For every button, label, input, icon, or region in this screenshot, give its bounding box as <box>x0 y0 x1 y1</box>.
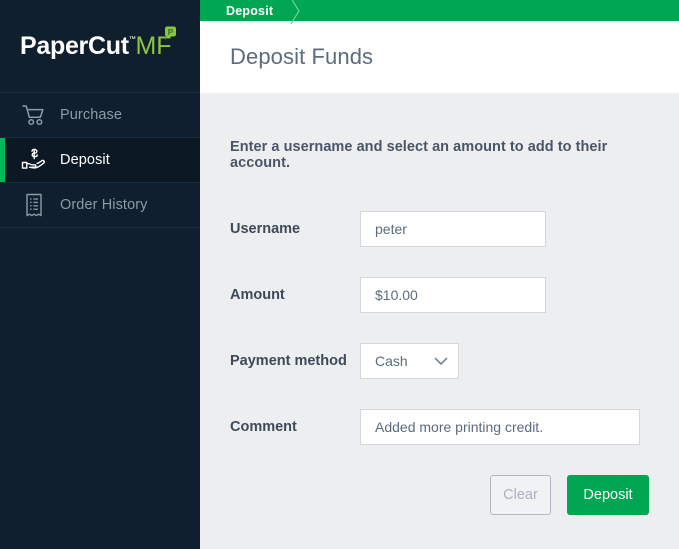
comment-input[interactable] <box>360 409 640 445</box>
amount-input[interactable] <box>360 277 546 313</box>
amount-label: Amount <box>230 287 285 303</box>
sidebar-item-label: Order History <box>60 197 148 213</box>
deposit-funds-page: PaperCut™MF Purchase Deposit Order Histo… <box>0 0 679 549</box>
intro-text: Enter a username and select an amount to… <box>230 139 608 171</box>
chevron-down-icon <box>434 357 448 366</box>
comment-label: Comment <box>230 419 297 435</box>
sidebar: PaperCut™MF Purchase Deposit Order Histo… <box>0 0 200 549</box>
username-label: Username <box>230 221 301 237</box>
breadcrumb-item-deposit[interactable]: Deposit <box>226 4 273 18</box>
page-header: Deposit Funds <box>200 21 679 93</box>
hand-with-dollar-icon <box>20 147 48 173</box>
field-row-payment-method: Payment method Cash <box>230 343 649 379</box>
papercut-leaf-icon <box>163 21 178 40</box>
payment-method-select[interactable]: Cash <box>360 343 459 379</box>
payment-method-value: Cash <box>375 353 408 369</box>
chevron-right-icon <box>287 0 301 24</box>
receipt-icon <box>20 192 48 218</box>
sidebar-divider <box>0 227 200 228</box>
logo-primary-text: PaperCut <box>20 31 129 60</box>
main-content: Deposit Deposit Funds Enter a username a… <box>200 0 679 549</box>
deposit-button[interactable]: Deposit <box>567 475 649 515</box>
username-input[interactable] <box>360 211 546 247</box>
sidebar-item-label: Deposit <box>60 152 110 168</box>
app-logo: PaperCut™MF <box>0 0 200 92</box>
deposit-form: Username Amount Payment method Cas <box>230 211 649 515</box>
field-row-username: Username <box>230 211 649 247</box>
payment-method-label: Payment method <box>230 353 347 369</box>
form-area: Enter a username and select an amount to… <box>200 93 679 549</box>
shopping-cart-icon <box>20 102 48 128</box>
sidebar-item-deposit[interactable]: Deposit <box>0 137 200 182</box>
page-title: Deposit Funds <box>230 44 374 69</box>
sidebar-item-order-history[interactable]: Order History <box>0 182 200 227</box>
clear-button[interactable]: Clear <box>490 475 551 515</box>
field-row-amount: Amount <box>230 277 649 313</box>
form-actions: Clear Deposit <box>230 475 649 515</box>
field-row-comment: Comment <box>230 409 649 445</box>
sidebar-item-purchase[interactable]: Purchase <box>0 92 200 137</box>
sidebar-item-label: Purchase <box>60 107 123 123</box>
logo-trademark: ™ <box>128 35 136 43</box>
breadcrumb: Deposit <box>200 0 679 24</box>
sidebar-nav: Purchase Deposit Order History <box>0 92 200 228</box>
